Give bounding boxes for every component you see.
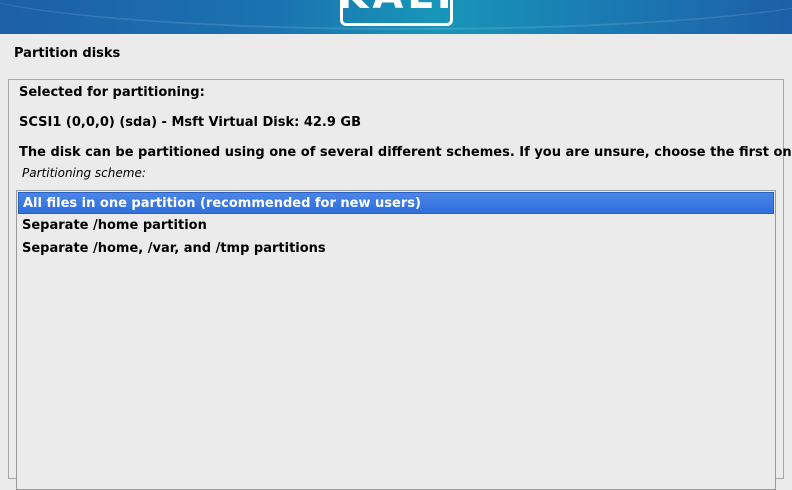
partitioning-scheme-list[interactable]: All files in one partition (recommended …: [16, 190, 776, 490]
selected-for-partitioning-label: Selected for partitioning:: [19, 85, 205, 100]
scheme-option-separate-home[interactable]: Separate /home partition: [18, 215, 774, 237]
selected-disk-info: SCSI1 (0,0,0) (sda) - Msft Virtual Disk:…: [19, 115, 362, 130]
partitioning-description: The disk can be partitioned using one of…: [19, 145, 792, 160]
scheme-option-separate-home-var-tmp[interactable]: Separate /home, /var, and /tmp partition…: [18, 238, 774, 260]
scheme-option-all-in-one[interactable]: All files in one partition (recommended …: [18, 192, 774, 214]
kali-banner: KALI: [0, 0, 792, 34]
page-title: Partition disks: [14, 46, 121, 61]
kali-logo-text: KALI: [343, 0, 450, 15]
kali-logo: KALI: [340, 0, 453, 26]
partition-panel: Selected for partitioning: SCSI1 (0,0,0)…: [8, 79, 792, 490]
partitioning-scheme-label: Partitioning scheme:: [22, 166, 146, 180]
